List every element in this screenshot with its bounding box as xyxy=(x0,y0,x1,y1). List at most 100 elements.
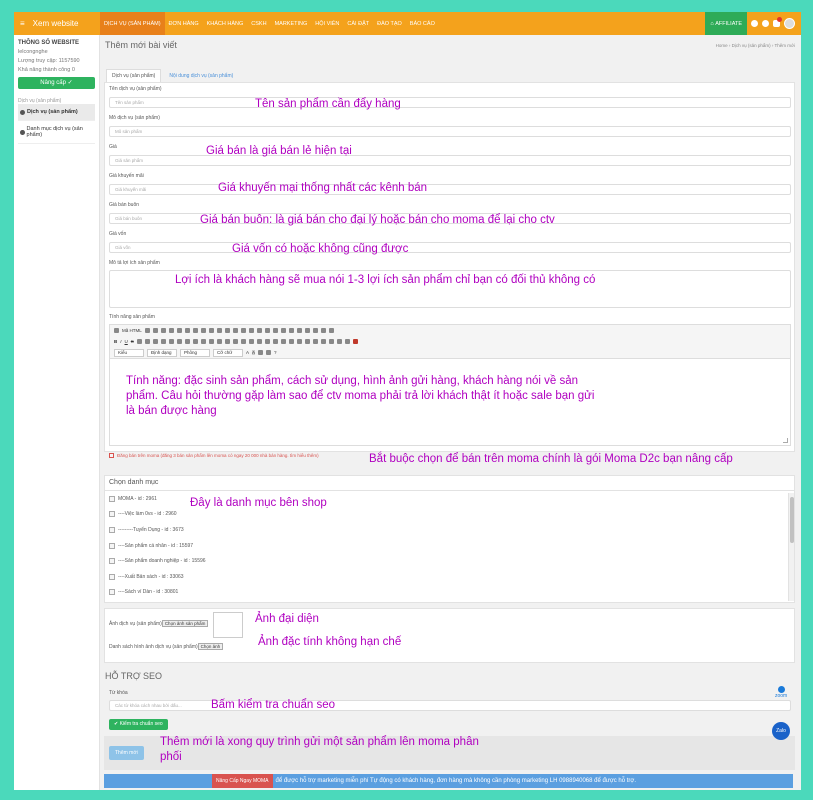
resize-handle[interactable] xyxy=(783,438,788,443)
gallery-file-button[interactable]: Chọn ảnh xyxy=(197,643,224,650)
preview-icon[interactable] xyxy=(152,328,158,333)
remove-format-icon[interactable] xyxy=(152,339,158,344)
pagebreak-icon[interactable] xyxy=(336,339,342,344)
nav-item-customers[interactable]: KHÁCH HÀNG xyxy=(203,12,248,35)
subscript-icon[interactable] xyxy=(136,339,142,344)
source-button[interactable]: Mã HTML xyxy=(122,328,142,333)
category-checkbox[interactable] xyxy=(109,589,115,595)
font-select[interactable]: Phông xyxy=(180,348,210,357)
template-icon[interactable] xyxy=(168,328,174,333)
replace-icon[interactable] xyxy=(240,328,246,333)
brand[interactable]: ≡ Xem website xyxy=(14,12,100,35)
about-icon[interactable]: ? xyxy=(274,350,277,355)
avatar[interactable] xyxy=(784,18,795,29)
div-icon[interactable] xyxy=(200,339,206,344)
table-icon[interactable] xyxy=(304,339,310,344)
name-input[interactable]: Tên sản phẩm xyxy=(109,97,791,108)
category-item[interactable]: ----Xuất Bản sách - id : 33063 xyxy=(109,574,184,580)
nav-item-orders[interactable]: ĐƠN HÀNG xyxy=(165,12,203,35)
sidebar-item-products[interactable]: Dịch vụ (sản phẩm) xyxy=(18,104,95,121)
print-icon[interactable] xyxy=(160,328,166,333)
text-color-icon[interactable]: A xyxy=(246,350,249,355)
numbered-list-icon[interactable] xyxy=(160,339,166,344)
indent-icon[interactable] xyxy=(184,339,190,344)
nav-item-products[interactable]: DỊCH VỤ (SẢN PHẨM) xyxy=(100,12,165,35)
justify-icon[interactable] xyxy=(232,339,238,344)
anchor-icon[interactable] xyxy=(280,339,286,344)
align-center-icon[interactable] xyxy=(216,339,222,344)
blockquote-icon[interactable] xyxy=(192,339,198,344)
nav-item-reports[interactable]: BÁO CÁO xyxy=(406,12,439,35)
affiliate-button[interactable]: ⌂ AFFILIATE xyxy=(705,12,747,35)
view-website-link[interactable]: Xem website xyxy=(33,19,79,28)
size-select[interactable]: Cỡ chữ xyxy=(213,348,243,357)
undo-icon[interactable] xyxy=(216,328,222,333)
maximize-icon[interactable] xyxy=(258,350,264,355)
image-button-icon[interactable] xyxy=(320,328,326,333)
redo-icon[interactable] xyxy=(224,328,230,333)
copy-icon[interactable] xyxy=(184,328,190,333)
language-icon[interactable] xyxy=(256,339,262,344)
underline-icon[interactable]: U xyxy=(125,339,128,344)
category-scrollbar[interactable] xyxy=(788,493,794,601)
show-blocks-icon[interactable] xyxy=(266,350,272,355)
category-checkbox[interactable] xyxy=(109,574,115,580)
nav-item-members[interactable]: HỘI VIÊN xyxy=(311,12,343,35)
category-item[interactable]: ----Việc làm 0vs - id : 2960 xyxy=(109,511,177,517)
flash-icon[interactable] xyxy=(296,339,302,344)
iframe-icon[interactable] xyxy=(344,339,350,344)
unlink-icon[interactable] xyxy=(272,339,278,344)
scroll-thumb[interactable] xyxy=(790,497,794,543)
image-icon[interactable] xyxy=(288,339,294,344)
button-icon[interactable] xyxy=(312,328,318,333)
outdent-icon[interactable] xyxy=(176,339,182,344)
category-item[interactable]: ----Sản phẩm cá nhân - id : 15597 xyxy=(109,543,193,549)
tab-product-content[interactable]: Nội dung dịch vụ (sản phẩm) xyxy=(163,69,240,82)
category-checkbox[interactable] xyxy=(109,496,115,502)
strike-icon[interactable]: S xyxy=(131,339,134,344)
special-char-icon[interactable] xyxy=(328,339,334,344)
radio-icon[interactable] xyxy=(280,328,286,333)
nav-item-cskh[interactable]: CSKH xyxy=(247,12,270,35)
select-icon[interactable] xyxy=(304,328,310,333)
moma-checkbox[interactable] xyxy=(109,453,114,459)
category-item[interactable]: ----Sách ví Dàn - id : 30801 xyxy=(109,589,178,595)
nav-item-marketing[interactable]: MARKETING xyxy=(271,12,312,35)
nav-item-training[interactable]: ĐÀO TẠO xyxy=(373,12,406,35)
upgrade-button[interactable]: Nâng cấp ✓ xyxy=(18,77,95,89)
submit-button[interactable]: Thêm mới xyxy=(109,746,144,760)
hidden-field-icon[interactable] xyxy=(328,328,334,333)
avatar-file-button[interactable]: Chọn ảnh sản phẩm xyxy=(161,620,209,627)
moma-checkbox-row[interactable]: Đăng bán trên moma (đăng 3 bán sản phẩm … xyxy=(109,453,319,459)
tab-product[interactable]: Dịch vụ (sản phẩm) xyxy=(106,69,162,82)
ltr-icon[interactable] xyxy=(240,339,246,344)
category-checkbox[interactable] xyxy=(109,511,115,517)
category-item[interactable]: ----Sản phẩm doanh nghiệp - id : 15596 xyxy=(109,558,206,564)
zoom-widget[interactable]: zoom xyxy=(775,686,787,699)
spellcheck-icon[interactable] xyxy=(256,328,262,333)
format-select[interactable]: Định dạng xyxy=(147,348,177,357)
menu-icon[interactable]: ≡ xyxy=(20,19,25,28)
textfield-icon[interactable] xyxy=(288,328,294,333)
link-icon[interactable] xyxy=(264,339,270,344)
category-item[interactable]: ---------Tuyển Dụng - id : 3673 xyxy=(109,527,184,533)
form-icon[interactable] xyxy=(264,328,270,333)
zalo-chat-button[interactable]: Zalo xyxy=(772,722,790,740)
moma-upgrade-button[interactable]: Nâng Cấp Ngay MOMA xyxy=(212,774,273,788)
seo-check-button[interactable]: ✔ Kiểm tra chuẩn seo xyxy=(109,719,168,730)
desc-input[interactable]: Mô sản phẩm xyxy=(109,126,791,137)
align-left-icon[interactable] xyxy=(208,339,214,344)
checkbox-icon[interactable] xyxy=(272,328,278,333)
align-right-icon[interactable] xyxy=(224,339,230,344)
promo-input[interactable]: Giá khuyến mãi xyxy=(109,184,791,195)
textarea-icon[interactable] xyxy=(296,328,302,333)
category-checkbox[interactable] xyxy=(109,543,115,549)
bullet-list-icon[interactable] xyxy=(168,339,174,344)
select-all-icon[interactable] xyxy=(248,328,254,333)
nav-item-settings[interactable]: CÀI ĐẶT xyxy=(343,12,373,35)
find-icon[interactable] xyxy=(232,328,238,333)
superscript-icon[interactable] xyxy=(144,339,150,344)
rtl-icon[interactable] xyxy=(248,339,254,344)
paste-icon[interactable] xyxy=(192,328,198,333)
youtube-icon[interactable] xyxy=(352,339,358,344)
